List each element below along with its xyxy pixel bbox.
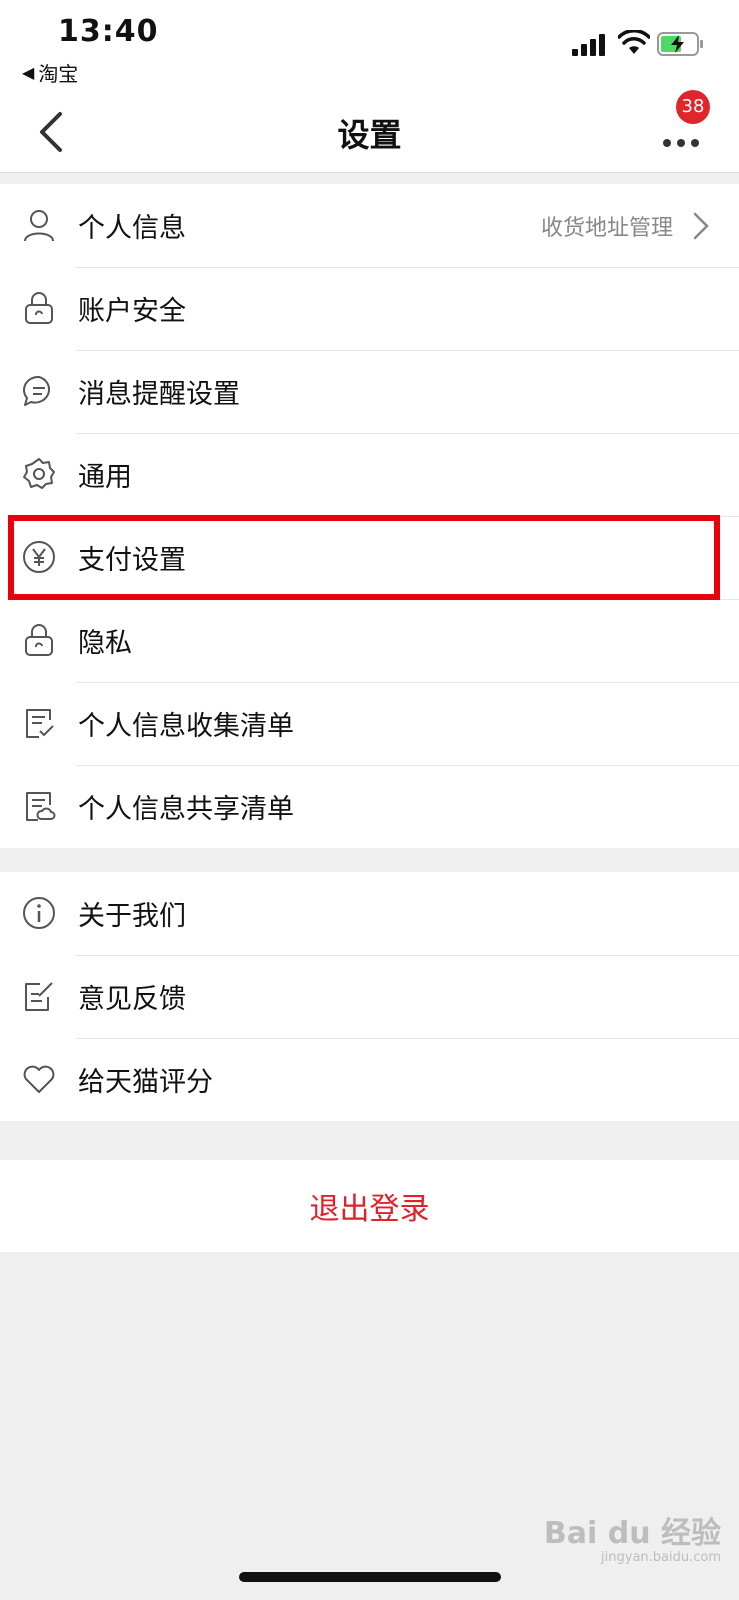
settings-group-about: 关于我们 意见反馈 给天猫评分 [0, 872, 739, 1121]
settings-item-notifications[interactable]: 消息提醒设置 [0, 350, 739, 433]
yen-circle-icon [23, 541, 55, 573]
settings-item-personal-info[interactable]: 个人信息 收货地址管理 [0, 184, 739, 267]
baidu-watermark: Bai du 经验 jingyan.baidu.com [544, 1508, 721, 1565]
cellular-signal-icon [572, 34, 605, 56]
lock-icon [25, 624, 53, 656]
settings-item-label: 意见反馈 [78, 984, 186, 1015]
settings-item-label: 账户安全 [78, 296, 186, 327]
settings-item-about-us[interactable]: 关于我们 [0, 872, 739, 955]
status-bar: 13:40 ◀ 淘宝 [0, 0, 739, 90]
settings-item-account-security[interactable]: 账户安全 [0, 267, 739, 350]
settings-item-label: 通用 [78, 462, 132, 493]
settings-item-feedback[interactable]: 意见反馈 [0, 955, 739, 1038]
watermark-sub: jingyan.baidu.com [601, 1550, 721, 1565]
logout-label: 退出登录 [309, 1192, 430, 1227]
settings-item-label: 给天猫评分 [78, 1067, 213, 1098]
settings-item-label: 隐私 [78, 628, 132, 659]
notification-badge: 38 [676, 90, 710, 124]
settings-item-label: 关于我们 [78, 901, 186, 932]
wifi-icon [618, 30, 650, 54]
back-app-label: 淘宝 [38, 62, 79, 86]
watermark-main: Bai du 经验 [543, 1516, 721, 1551]
gear-icon [23, 458, 55, 489]
message-bubble-icon [23, 375, 51, 406]
settings-item-info-collection-list[interactable]: 个人信息收集清单 [0, 682, 739, 765]
settings-item-rate-tmall[interactable]: 给天猫评分 [0, 1038, 739, 1121]
heart-icon [23, 1065, 55, 1093]
status-time: 13:40 [58, 14, 159, 49]
feedback-icon [25, 982, 53, 1011]
settings-item-label: 个人信息共享清单 [78, 794, 294, 825]
address-management-link[interactable]: 收货地址管理 [541, 210, 673, 242]
settings-item-payment[interactable]: 支付设置 [0, 516, 739, 599]
battery-charging-icon [657, 32, 703, 56]
home-indicator[interactable] [239, 1572, 501, 1582]
settings-item-general[interactable]: 通用 [0, 433, 739, 516]
back-triangle-icon: ◀ [22, 63, 35, 82]
back-to-app-link[interactable]: ◀ 淘宝 [22, 58, 78, 87]
user-icon [24, 210, 54, 242]
logout-button[interactable]: 退出登录 [0, 1160, 739, 1252]
settings-item-label: 个人信息收集清单 [78, 711, 294, 742]
page-title: 设置 [337, 116, 402, 154]
checklist-icon [26, 709, 54, 738]
nav-bar: 设置 [0, 90, 739, 173]
settings-item-label: 个人信息 [78, 213, 186, 244]
info-icon [23, 897, 55, 929]
settings-item-privacy[interactable]: 隐私 [0, 599, 739, 682]
chevron-right-icon [693, 212, 709, 240]
more-dots-icon[interactable] [660, 118, 702, 160]
settings-item-label: 支付设置 [78, 545, 186, 576]
share-list-icon [26, 792, 56, 821]
settings-group-main: 个人信息 收货地址管理 账户安全 消息提醒设置 通用 支付设置 隐私 个人信息收… [0, 184, 739, 848]
lock-icon [25, 292, 53, 324]
settings-item-info-sharing-list[interactable]: 个人信息共享清单 [0, 765, 739, 848]
settings-item-label: 消息提醒设置 [78, 379, 240, 410]
